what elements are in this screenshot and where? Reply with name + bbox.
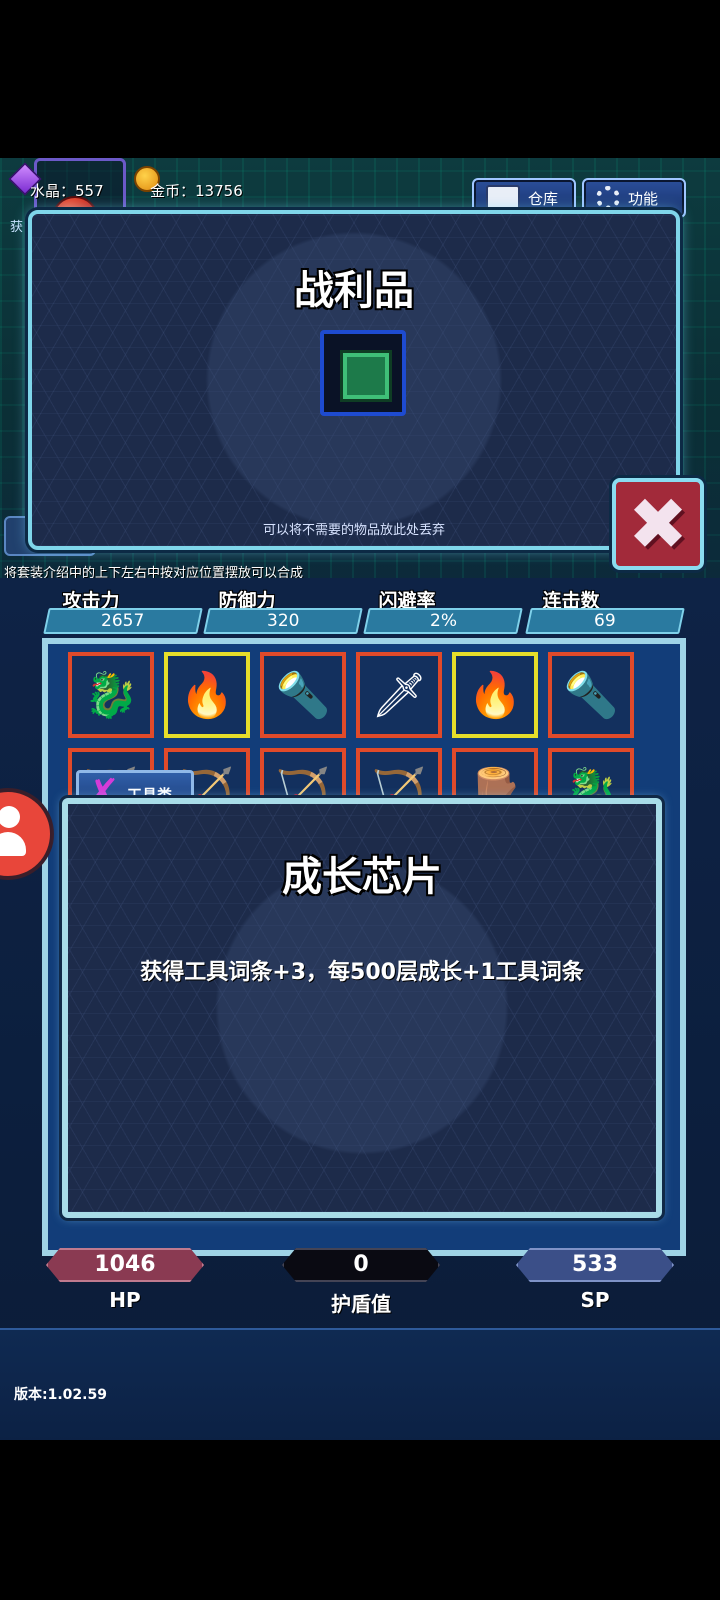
inventory-row1-slot[interactable]: 🐉 [68, 652, 154, 738]
stat-dodge-value: 2% [363, 608, 523, 634]
obscured-log-text: 获 [10, 220, 24, 235]
inventory-row1-slot[interactable]: 🗡 [356, 652, 442, 738]
sp-bar: 533 [516, 1248, 674, 1282]
crystal-label: 水晶： [30, 182, 76, 200]
stat-defense-value: 320 [203, 608, 363, 634]
crystal-counter: 水晶：557 [30, 180, 104, 201]
loot-title: 战利品 [294, 268, 414, 314]
discard-hint: 可以将不需要的物品放此处丢弃 [262, 523, 445, 538]
function-label: 功能 [628, 189, 659, 208]
game-screen: 水晶：557 金币：13756 仓库 功能 获 战利品 可以将不需要的物品放此处… [0, 158, 720, 1440]
shield-bar: 0 [282, 1248, 440, 1282]
close-icon: ✖ [627, 482, 689, 566]
inventory-row1-slot[interactable]: 🔦 [548, 652, 634, 738]
item-detail-description: 获得工具词条+3，每500层成长+1工具词条 [140, 960, 584, 985]
stat-combo-value: 69 [525, 608, 685, 634]
shield-label: 护盾值 [331, 1292, 391, 1316]
warehouse-chest-icon [486, 185, 520, 211]
flame-sword-icon: 🗡 [371, 670, 427, 721]
fire-arrow-icon: 🔥 [179, 670, 235, 721]
hp-label: HP [109, 1288, 141, 1312]
warehouse-label: 仓库 [528, 189, 559, 208]
gold-value: 13756 [195, 182, 243, 200]
inventory-row1-slot[interactable]: 🔦 [260, 652, 346, 738]
close-button[interactable]: ✖ [612, 478, 704, 570]
golden-dragon-statue-icon: 🐉 [83, 670, 139, 721]
sp-label: SP [580, 1288, 610, 1312]
item-detail-panel[interactable]: 成长芯片 获得工具词条+3，每500层成长+1工具词条 [62, 798, 662, 1218]
item-detail-title: 成长芯片 [282, 854, 442, 900]
stat-attack-value: 2657 [43, 608, 203, 634]
person-head-icon [0, 806, 20, 828]
torch-icon: 🔦 [563, 670, 619, 721]
inventory-row1-slot[interactable]: 🔥 [164, 652, 250, 738]
growth-chip-icon [340, 350, 392, 402]
bottom-strip [0, 1328, 720, 1440]
hp-bar: 1046 [46, 1248, 204, 1282]
gear-icon [596, 186, 620, 210]
gold-counter: 金币：13756 [150, 180, 243, 201]
version-label: 版本:1.02.59 [14, 1387, 107, 1403]
torch-icon: 🔦 [275, 670, 331, 721]
gold-label: 金币： [150, 182, 196, 200]
loot-item-slot[interactable] [320, 330, 406, 416]
loot-panel[interactable]: 战利品 可以将不需要的物品放此处丢弃 [28, 210, 680, 550]
fire-arrow-icon: 🔥 [467, 670, 523, 721]
inventory-row1-slot[interactable]: 🔥 [452, 652, 538, 738]
crystal-value: 557 [75, 182, 104, 200]
person-body-icon [0, 832, 26, 856]
